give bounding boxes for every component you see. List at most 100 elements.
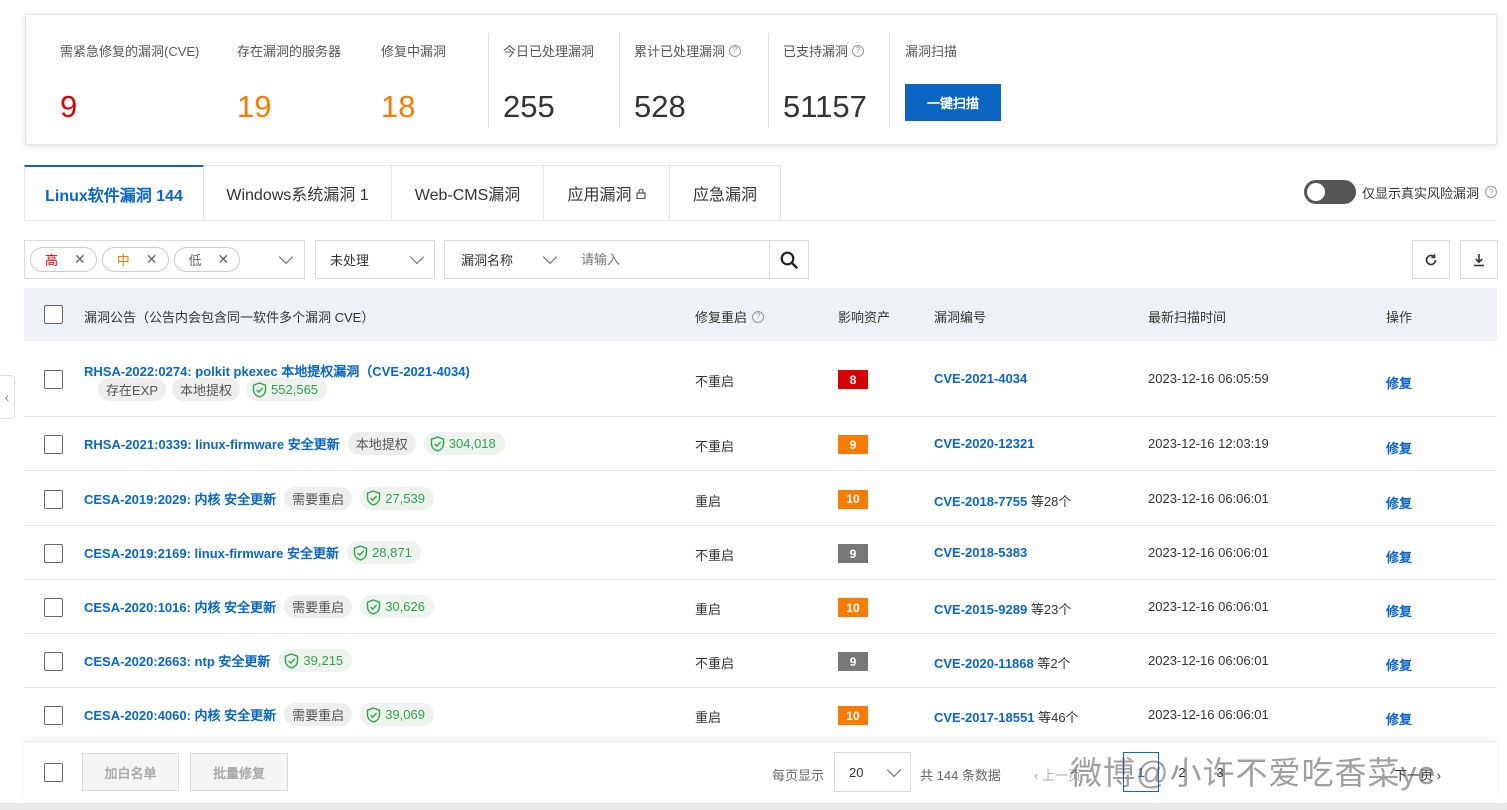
row-checkbox[interactable]: [44, 489, 63, 509]
protected-count[interactable]: 552,565: [246, 378, 328, 401]
cve-link[interactable]: CVE-2018-7755: [934, 494, 1027, 509]
col-assets: 影响资产: [838, 310, 891, 325]
fix-link[interactable]: 修复: [1386, 601, 1412, 620]
close-icon[interactable]: ✕: [74, 251, 86, 268]
protected-count[interactable]: 304,018: [423, 432, 505, 455]
restart-cell: 不重启: [695, 374, 735, 389]
cve-link[interactable]: CVE-2020-12321: [934, 436, 1034, 451]
refresh-button[interactable]: [1412, 240, 1450, 279]
cve-link[interactable]: CVE-2015-9289: [934, 602, 1027, 617]
tag: 需要重启: [284, 703, 353, 726]
fix-link[interactable]: 修复: [1386, 709, 1412, 728]
protected-count[interactable]: 39,069: [360, 703, 434, 726]
tab-emergency[interactable]: 应急漏洞: [670, 165, 781, 221]
affected-assets-badge[interactable]: 10: [838, 489, 868, 509]
advisory-title-link[interactable]: CESA-2019:2169: linux-firmware 安全更新: [84, 543, 339, 562]
search-field-select[interactable]: 漏洞名称: [445, 241, 569, 278]
fix-link[interactable]: 修复: [1386, 655, 1412, 674]
total-count: 共 144 条数据: [920, 768, 1001, 783]
one-click-scan-button[interactable]: 一键扫描: [905, 84, 1001, 121]
close-icon[interactable]: ✕: [146, 251, 158, 268]
help-icon[interactable]: ?: [1485, 186, 1497, 198]
download-button[interactable]: [1460, 240, 1498, 279]
add-whitelist-button[interactable]: 加白名单: [82, 753, 179, 791]
row-checkbox[interactable]: [44, 370, 63, 389]
tab-application[interactable]: 应用漏洞: [544, 165, 670, 221]
status-select[interactable]: 未处理: [315, 240, 435, 279]
chip-low[interactable]: 低 ✕: [173, 247, 241, 272]
divider: [768, 33, 769, 128]
search-icon: [780, 251, 798, 269]
advisory-title-link[interactable]: CESA-2019:2029: 内核 安全更新: [84, 489, 276, 508]
protected-count[interactable]: 30,626: [360, 595, 434, 618]
fix-link[interactable]: 修复: [1386, 547, 1412, 566]
row-checkbox[interactable]: [44, 435, 63, 454]
search-input[interactable]: [571, 246, 761, 273]
advisory-title-link[interactable]: RHSA-2021:0339: linux-firmware 安全更新: [84, 434, 340, 453]
real-risk-toggle-label: 仅显示真实风险漏洞: [1361, 185, 1479, 201]
per-page-select[interactable]: 20: [834, 752, 911, 792]
affected-assets-badge[interactable]: 9: [838, 544, 868, 563]
download-icon: [1474, 253, 1484, 266]
stat-supported-value: 51157: [783, 89, 867, 124]
stat-fixing-value[interactable]: 18: [381, 87, 415, 127]
table-row: CESA-2019:2029: 内核 安全更新 需要重启 27,539 重启 10 …: [24, 471, 1497, 526]
affected-assets-badge[interactable]: 8: [838, 370, 868, 389]
protected-count[interactable]: 27,539: [360, 486, 434, 510]
help-icon[interactable]: ?: [729, 44, 742, 57]
tab-web-cms-label: Web-CMS漏洞: [414, 187, 521, 204]
protected-count[interactable]: 39,215: [278, 649, 353, 672]
severity-filter[interactable]: 高 ✕ 中 ✕ 低 ✕: [24, 240, 305, 279]
row-checkbox[interactable]: [44, 706, 63, 725]
advisory-title-link[interactable]: CESA-2020:1016: 内核 安全更新: [84, 597, 276, 616]
collapse-handle[interactable]: ‹: [0, 375, 15, 419]
row-checkbox[interactable]: [44, 652, 63, 671]
affected-assets-badge[interactable]: 9: [838, 652, 868, 671]
restart-cell: 不重启: [695, 548, 735, 563]
chevron-left-icon: ‹: [4, 389, 10, 405]
shield-check-icon: [366, 706, 381, 723]
shield-check-icon: [252, 381, 267, 398]
batch-fix-button[interactable]: 批量修复: [190, 753, 288, 791]
affected-assets-badge[interactable]: 10: [838, 598, 868, 617]
scan-time-cell: 2023-12-16 06:05:59: [1148, 371, 1269, 386]
tab-windows[interactable]: Windows系统漏洞 1: [204, 165, 392, 221]
chip-low-label: 低: [188, 253, 202, 268]
chip-medium[interactable]: 中 ✕: [101, 247, 169, 272]
affected-assets-badge[interactable]: 10: [838, 706, 868, 725]
advisory-title-link[interactable]: CESA-2020:2663: ntp 安全更新: [84, 651, 270, 670]
stat-servers-value[interactable]: 19: [237, 87, 271, 127]
advisory-title-link[interactable]: CESA-2020:4060: 内核 安全更新: [84, 705, 276, 724]
table-row: RHSA-2021:0339: linux-firmware 安全更新 本地提权 3…: [24, 417, 1497, 471]
row-checkbox[interactable]: [44, 544, 63, 563]
close-icon[interactable]: ✕: [218, 251, 230, 268]
cve-link[interactable]: CVE-2017-18551: [934, 710, 1034, 725]
footer-select-all-checkbox[interactable]: [44, 763, 63, 782]
stat-today-label: 今日已处理漏洞: [503, 44, 595, 59]
protected-count[interactable]: 28,871: [347, 541, 421, 564]
chip-high[interactable]: 高 ✕: [30, 247, 97, 272]
cve-link[interactable]: CVE-2021-4034: [934, 371, 1027, 386]
cve-link[interactable]: CVE-2020-11868: [934, 656, 1034, 671]
help-icon[interactable]: ?: [852, 44, 865, 57]
tab-application-label: 应用漏洞: [567, 187, 632, 204]
fix-link[interactable]: 修复: [1386, 373, 1412, 392]
row-checkbox[interactable]: [44, 598, 63, 617]
fix-link[interactable]: 修复: [1386, 493, 1412, 512]
tag: 本地提权: [172, 378, 241, 401]
chevron-down-icon: [278, 249, 294, 265]
tab-linux[interactable]: Linux软件漏洞 144: [24, 165, 204, 221]
fix-link[interactable]: 修复: [1386, 438, 1412, 457]
select-all-checkbox[interactable]: [44, 305, 63, 324]
cve-link[interactable]: CVE-2018-5383: [934, 545, 1027, 560]
cve-cell: CVE-2018-7755 等28个: [934, 491, 1071, 510]
stat-urgent-value[interactable]: 9: [60, 87, 77, 127]
help-icon[interactable]: ?: [752, 310, 765, 323]
tab-web-cms[interactable]: Web-CMS漏洞: [392, 165, 544, 221]
search-button[interactable]: [769, 240, 809, 279]
affected-assets-badge[interactable]: 9: [838, 435, 868, 454]
shield-check-icon: [430, 435, 444, 452]
bottom-scrollbar[interactable]: [0, 803, 1507, 810]
title-cell: RHSA-2021:0339: linux-firmware 安全更新 本地提权 3…: [84, 432, 505, 455]
real-risk-toggle[interactable]: [1303, 180, 1356, 204]
